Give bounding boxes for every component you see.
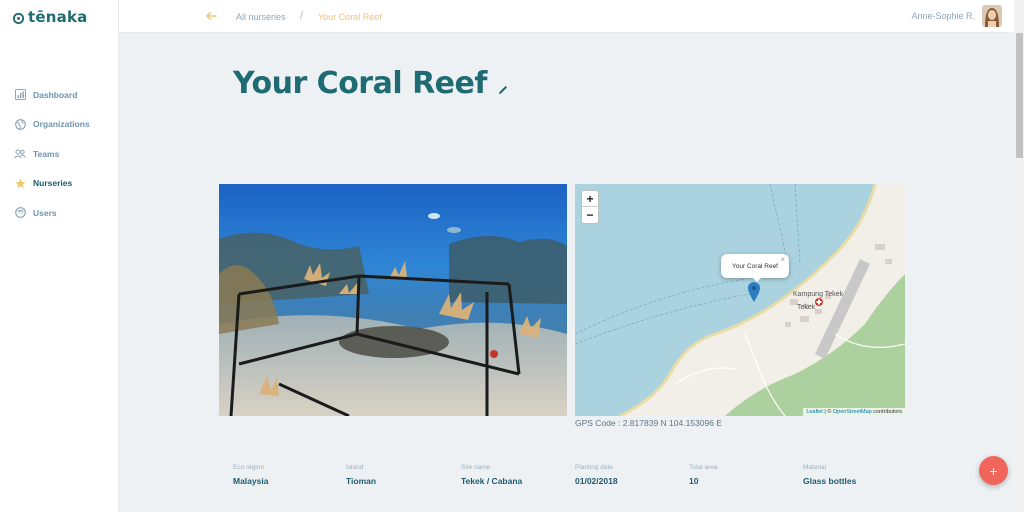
fact-label: Site name [461,464,491,471]
page-title: Your Coral Reef [233,66,487,101]
fact-total-area: Total area 10 [689,464,718,486]
globe-icon [14,118,26,130]
attribution-separator: | © [822,409,833,415]
user-face-icon [14,207,26,219]
map-marker-icon[interactable] [748,282,760,302]
sidebar-item-label: Dashboard [33,89,78,100]
fact-eco-region: Eco région Malaysia [233,464,268,486]
fact-planting-date: Planting date 01/02/2018 [575,464,618,486]
nursery-facts: Eco région Malaysia Island Tioman Site n… [233,464,933,494]
fact-value: Malaysia [233,476,269,486]
leaflet-link[interactable]: Leaflet [806,409,823,415]
fact-label: Eco région [233,464,265,471]
map-popup-text: Your Coral Reef [731,262,778,270]
sidebar-item-label: Users [33,207,57,218]
title-row: Your Coral Reef [233,66,509,101]
breadcrumb-parent[interactable]: All nurseries [236,12,286,22]
map-place-label: Kampung Tekek [793,291,844,298]
map-tiles[interactable] [575,184,905,416]
gps-code: GPS Code : 2.817839 N 104.153096 E [575,418,722,428]
sidebar-item-teams[interactable]: Teams [0,139,119,169]
add-fab-button[interactable]: + [979,456,1008,485]
zoom-in-button[interactable]: + [582,191,598,207]
bar-chart-icon [14,89,26,101]
fact-label: Material [803,464,827,471]
sidebar-item-label: Organizations [33,119,90,130]
fact-value: Glass bottles [803,476,857,486]
back-arrow-icon[interactable] [205,10,217,22]
scrollbar-thumb[interactable] [1016,33,1023,158]
fact-value: Tioman [346,476,377,486]
map-place-label: Tekek [797,304,816,311]
sidebar-item-users[interactable]: Users [0,198,119,228]
attribution-contributors: contributors [871,409,902,415]
openstreetmap-link[interactable]: OpenStreetMap [833,409,872,415]
breadcrumb-separator: / [300,10,304,22]
star-icon [14,177,26,189]
fact-value: 10 [689,476,699,486]
logo[interactable]: tēnaka [12,7,87,27]
sidebar-nav: Dashboard Organizations Teams Nurseries … [0,80,119,228]
sidebar-item-dashboard[interactable]: Dashboard [0,80,119,110]
logo-text: tēnaka [28,8,88,26]
breadcrumb-current: Your Coral Reef [318,12,382,22]
fact-label: Island [346,464,364,471]
sidebar-item-nurseries[interactable]: Nurseries [0,169,119,199]
fact-material: Material Glass bottles [803,464,856,486]
fact-island: Island Tioman [346,464,376,486]
fact-value: Tekek / Cabana [461,476,523,486]
sidebar: tēnaka Dashboard Organizations Teams Nur… [0,0,119,512]
sidebar-item-organizations[interactable]: Organizations [0,110,119,140]
popup-close-button[interactable]: × [780,255,785,264]
map-attribution: Leaflet | © OpenStreetMap contributors [803,408,905,416]
fact-value: 01/02/2018 [575,476,618,486]
fact-label: Total area [689,464,718,471]
page-scrollbar[interactable] [1014,0,1024,512]
sidebar-item-label: Teams [33,148,60,159]
fact-site-name: Site name Tekek / Cabana [461,464,522,486]
map-popup: Your Coral Reef × [721,254,789,278]
people-icon [14,148,26,160]
fact-label: Planting date [575,464,613,471]
zoom-out-button[interactable]: − [582,207,598,223]
underwater-photo-image [219,184,567,416]
logo-mark-icon [12,12,25,24]
sidebar-item-label: Nurseries [33,178,73,189]
location-map[interactable]: Kampung Tekek Tekek + − Your Coral Reef … [575,184,905,416]
avatar[interactable] [982,5,1002,27]
nursery-photo [219,184,567,416]
topbar: All nurseries / Your Coral Reef Anne-Sop… [119,0,1014,33]
user-name[interactable]: Anne-Sophie R. [911,11,975,21]
pencil-icon[interactable] [497,84,509,96]
map-zoom-control: + − [581,190,599,224]
